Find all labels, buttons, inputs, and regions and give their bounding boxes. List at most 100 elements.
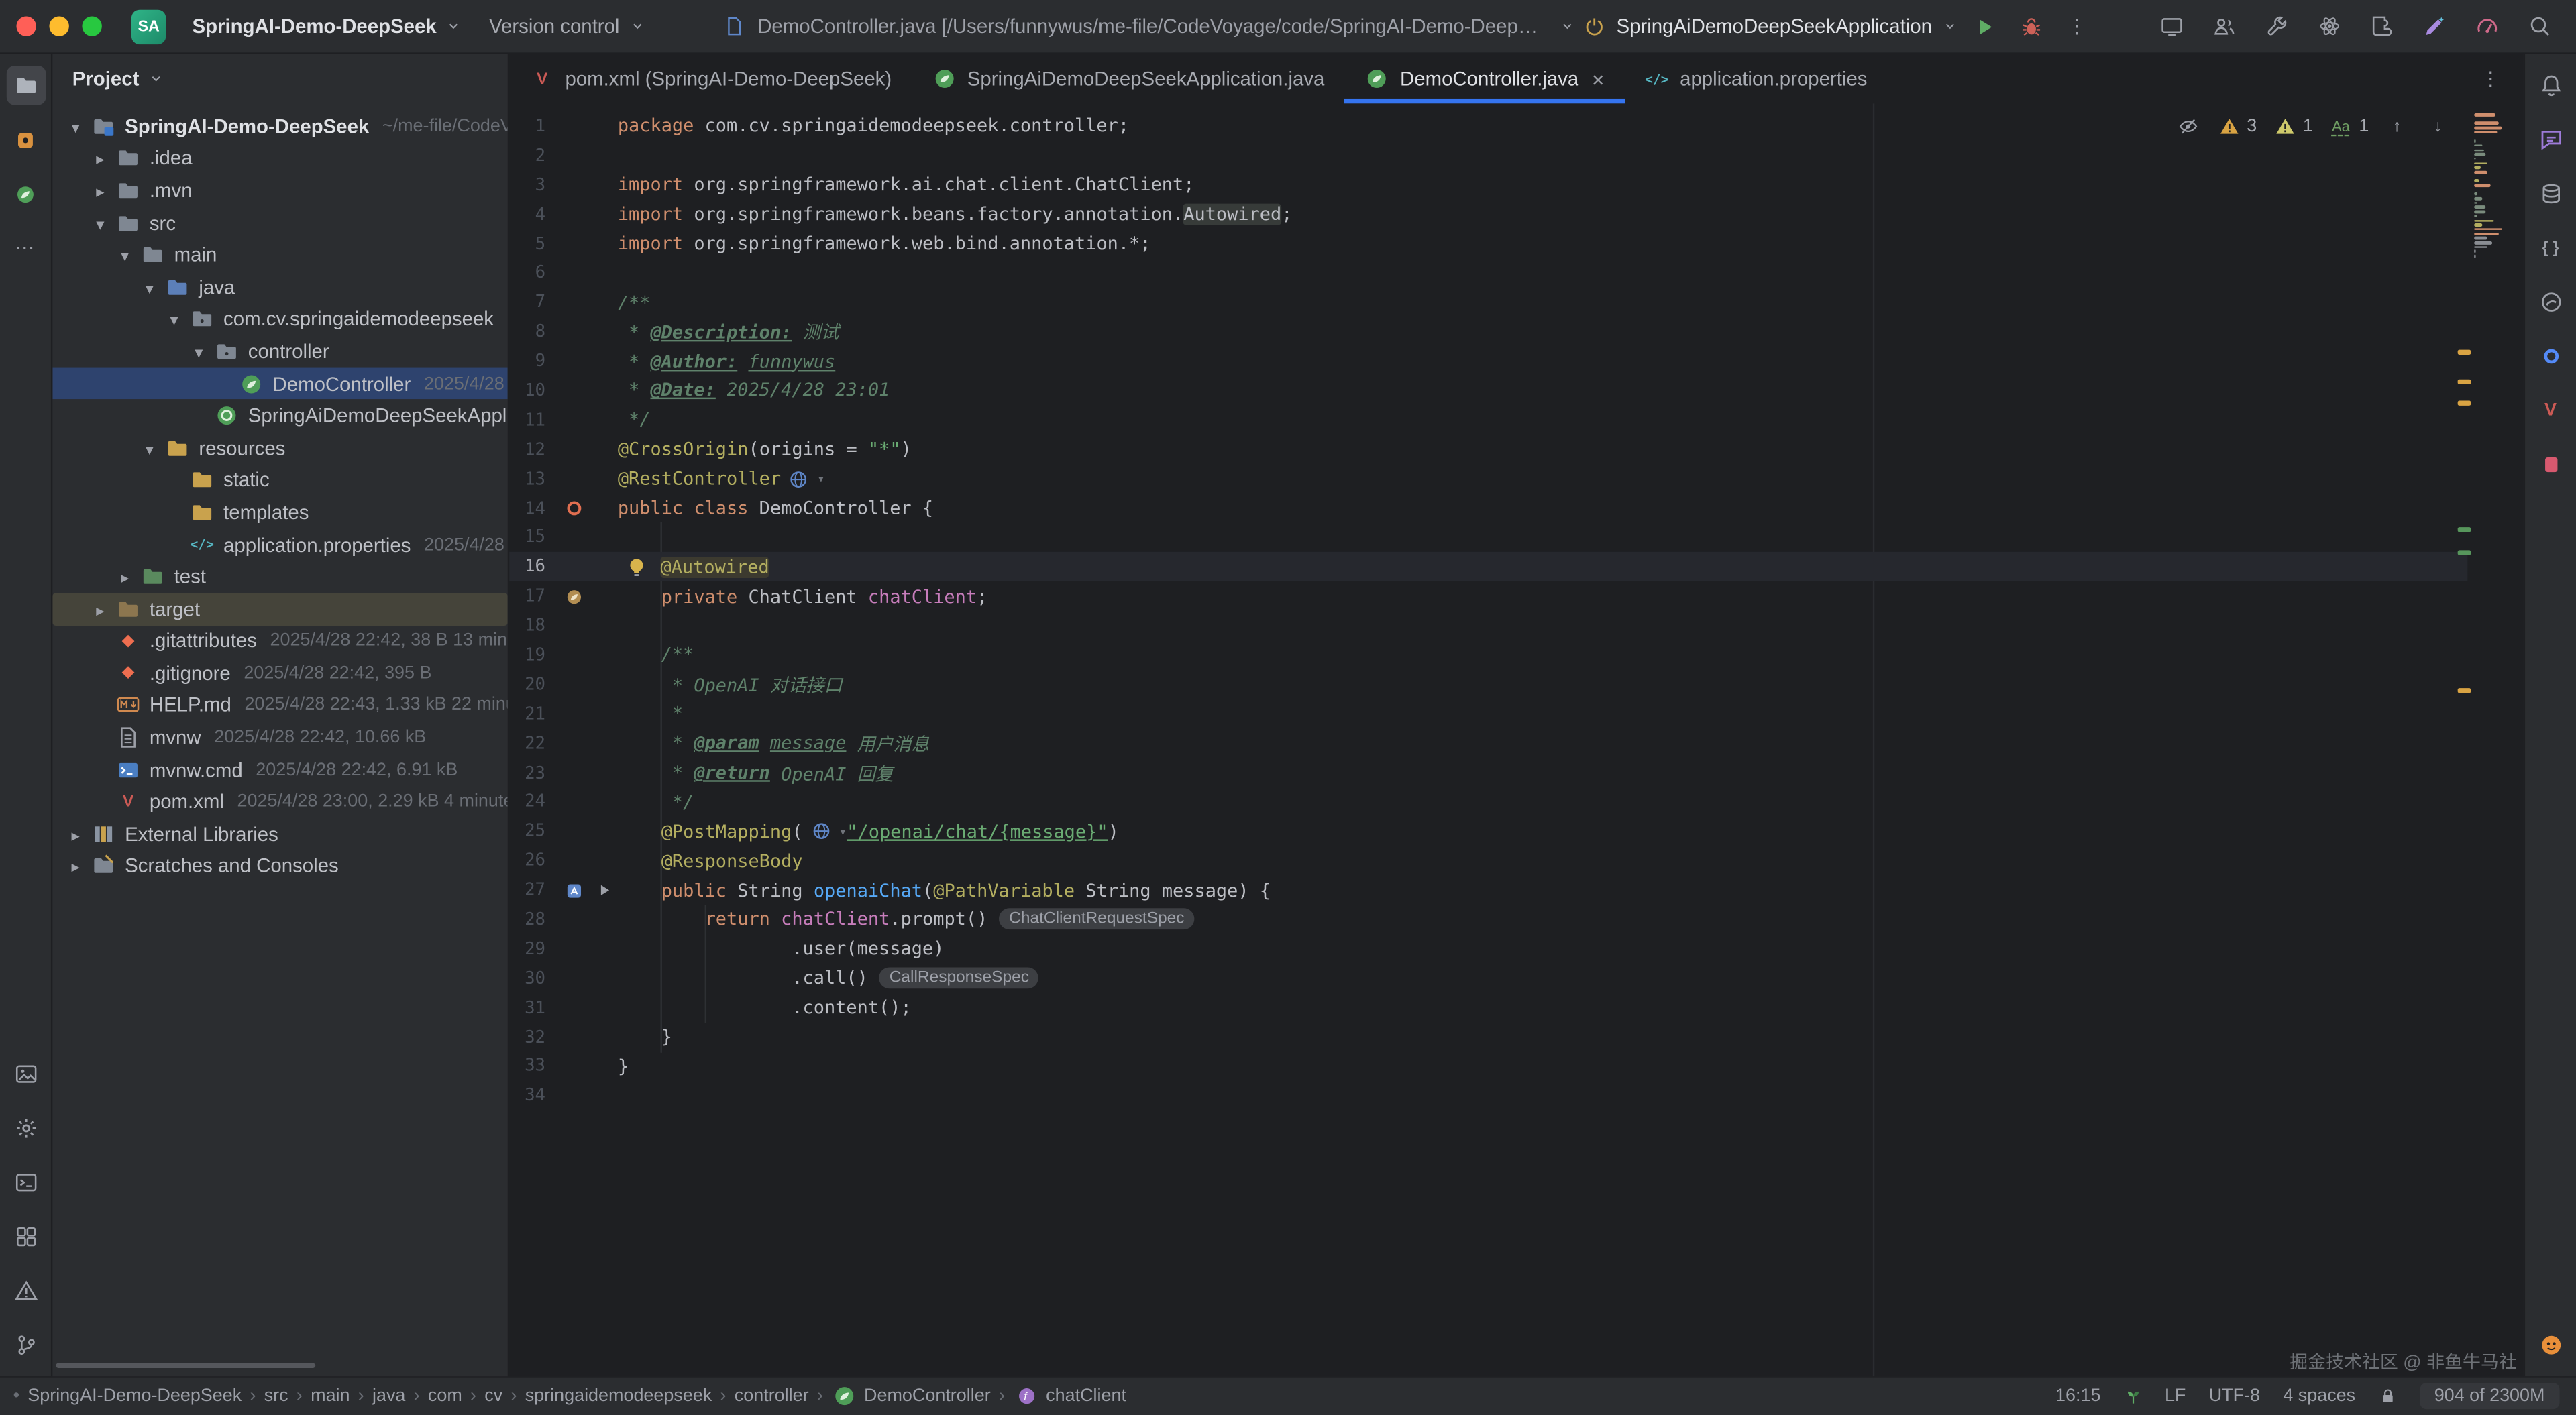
bell-button[interactable] bbox=[2531, 66, 2571, 105]
code-line-20[interactable]: 20 * OpenAI 对话接口 bbox=[509, 670, 2467, 699]
stripe-mark[interactable] bbox=[2458, 550, 2471, 554]
stripe-mark[interactable] bbox=[2458, 527, 2471, 531]
line-number[interactable]: 23 bbox=[509, 763, 545, 783]
chevron-down-icon[interactable]: ▾ bbox=[87, 211, 113, 234]
tree-item-src[interactable]: ▾src bbox=[52, 207, 507, 239]
chevron-right-icon[interactable]: ▸ bbox=[112, 565, 138, 588]
inspection-arrow-up[interactable]: ↑ bbox=[2383, 113, 2410, 139]
tree-item-springaidemodeepseekapplication[interactable]: SpringAiDemoDeepSeekApplication bbox=[52, 400, 507, 432]
line-number[interactable]: 3 bbox=[509, 175, 545, 194]
tree-item-resources[interactable]: ▾resources bbox=[52, 432, 507, 464]
line-number[interactable]: 11 bbox=[509, 410, 545, 430]
inspection-typo[interactable]: Aa1 bbox=[2328, 113, 2369, 139]
run-button[interactable] bbox=[1965, 7, 2004, 46]
maven-tool-button[interactable]: V bbox=[2531, 391, 2571, 431]
line-number[interactable]: 26 bbox=[509, 851, 545, 870]
breadcrumb-democontroller[interactable]: DemoController bbox=[831, 1383, 991, 1409]
chevron-down-icon[interactable]: ▾ bbox=[136, 437, 162, 459]
inspection-eye-off[interactable] bbox=[2175, 113, 2201, 139]
run-gutter-icon[interactable] bbox=[592, 877, 618, 903]
ai-chat-button[interactable] bbox=[2531, 120, 2571, 160]
code-line-26[interactable]: 26 @ResponseBody bbox=[509, 846, 2467, 876]
braces-button[interactable]: { } bbox=[2531, 228, 2571, 268]
breadcrumb-chatclient[interactable]: fchatClient bbox=[1013, 1383, 1126, 1409]
line-number[interactable]: 28 bbox=[509, 910, 545, 929]
code-line-10[interactable]: 10 * @Date: 2025/4/28 23:01 bbox=[509, 376, 2467, 406]
line-number[interactable]: 9 bbox=[509, 351, 545, 371]
breadcrumb-controller[interactable]: controller bbox=[735, 1386, 809, 1406]
tab-pom-xml-springai-demo-deepseek-[interactable]: Vpom.xml (SpringAI-Demo-DeepSeek) bbox=[509, 54, 911, 103]
code-line-29[interactable]: 29 .user(message) bbox=[509, 934, 2467, 964]
breadcrumb-com[interactable]: com bbox=[428, 1386, 462, 1406]
bulb-icon[interactable] bbox=[623, 554, 649, 580]
line-number[interactable]: 16 bbox=[509, 557, 545, 577]
tree-item-help-md[interactable]: HELP.md2025/4/28 22:43, 1.33 kB 22 minut… bbox=[52, 689, 507, 722]
bean-tan-icon[interactable] bbox=[560, 583, 586, 610]
chevron-right-icon[interactable]: ▸ bbox=[62, 855, 89, 878]
code-line-30[interactable]: 30 .call()CallResponseSpec bbox=[509, 964, 2467, 993]
readonly-toggle[interactable] bbox=[2378, 1387, 2396, 1405]
minimize-window-button[interactable] bbox=[49, 16, 68, 36]
code-line-3[interactable]: 3import org.springframework.ai.chat.clie… bbox=[509, 170, 2467, 200]
code-line-19[interactable]: 19 /** bbox=[509, 640, 2467, 670]
chevron-down-icon[interactable]: ▾ bbox=[136, 276, 162, 298]
code-line-34[interactable]: 34 bbox=[509, 1081, 2467, 1111]
file-path-menu[interactable]: DemoController.java [/Users/funnywus/me-… bbox=[721, 13, 1575, 40]
line-number[interactable]: 31 bbox=[509, 998, 545, 1017]
line-number[interactable]: 20 bbox=[509, 675, 545, 694]
stripe-mark[interactable] bbox=[2458, 380, 2471, 384]
line-number[interactable]: 13 bbox=[509, 469, 545, 488]
inspection-warn-yellow[interactable]: 1 bbox=[2271, 113, 2313, 139]
code-line-25[interactable]: 25 @PostMapping(▾"/openai/chat/{message}… bbox=[509, 817, 2467, 846]
tree-item-com-cv-springaidemodeepseek[interactable]: ▾com.cv.springaidemodeepseek bbox=[52, 303, 507, 335]
code-line-21[interactable]: 21 * bbox=[509, 699, 2467, 729]
inspection-arrow-down[interactable]: ↓ bbox=[2425, 113, 2451, 139]
code-line-1[interactable]: 1package com.cv.springaidemodeepseek.con… bbox=[509, 112, 2467, 142]
memory-indicator[interactable]: 904 of 2300M bbox=[2420, 1383, 2560, 1409]
code-editor[interactable]: 1package com.cv.springaidemodeepseek.con… bbox=[509, 103, 2523, 1375]
line-number[interactable]: 14 bbox=[509, 498, 545, 518]
profiler-button[interactable] bbox=[2467, 7, 2507, 46]
tree-item--idea[interactable]: ▸.idea bbox=[52, 142, 507, 174]
line-number[interactable]: 25 bbox=[509, 822, 545, 841]
more-button[interactable]: ⋯ bbox=[6, 228, 46, 268]
line-number[interactable]: 18 bbox=[509, 616, 545, 636]
line-number[interactable]: 1 bbox=[509, 117, 545, 136]
line-number[interactable]: 17 bbox=[509, 587, 545, 606]
line-number[interactable]: 29 bbox=[509, 940, 545, 959]
code-line-17[interactable]: 17 private ChatClient chatClient; bbox=[509, 582, 2467, 612]
inlay-hint[interactable]: ChatClientRequestSpec bbox=[999, 909, 1194, 930]
tree-item-main[interactable]: ▾main bbox=[52, 239, 507, 271]
line-number[interactable]: 22 bbox=[509, 734, 545, 753]
zoom-window-button[interactable] bbox=[82, 16, 101, 36]
close-icon[interactable]: × bbox=[1592, 66, 1605, 91]
breadcrumb-springai-demo-deepseek[interactable]: SpringAI-Demo-DeepSeek bbox=[28, 1386, 241, 1406]
inlay-hint[interactable]: CallResponseSpec bbox=[879, 968, 1039, 989]
bean-red-icon[interactable] bbox=[560, 495, 586, 521]
tab-options-button[interactable]: ⋮ bbox=[2471, 59, 2510, 99]
code-line-11[interactable]: 11 */ bbox=[509, 406, 2467, 435]
debug-button[interactable] bbox=[2011, 7, 2051, 46]
code-line-31[interactable]: 31 .content(); bbox=[509, 993, 2467, 1023]
tree-item-springai-demo-deepseek[interactable]: ▾SpringAI-Demo-DeepSeek~/me-file/CodeVoy… bbox=[52, 110, 507, 142]
tree-item-application-properties[interactable]: </>application.properties2025/4/28 23:00 bbox=[52, 528, 507, 561]
line-number[interactable]: 34 bbox=[509, 1086, 545, 1106]
chevron-down-icon[interactable]: ▾ bbox=[186, 340, 212, 363]
ai-edit-button[interactable] bbox=[2415, 7, 2455, 46]
code-line-33[interactable]: 33} bbox=[509, 1052, 2467, 1082]
tab-application-properties[interactable]: </>application.properties bbox=[1624, 54, 1887, 103]
line-number[interactable]: 30 bbox=[509, 968, 545, 988]
line-number[interactable]: 12 bbox=[509, 440, 545, 459]
tree-item-controller[interactable]: ▾controller bbox=[52, 335, 507, 367]
project-tool-button[interactable] bbox=[6, 66, 46, 105]
code-line-2[interactable]: 2 bbox=[509, 141, 2467, 170]
cursor-position[interactable]: 16:15 bbox=[2055, 1386, 2100, 1406]
breadcrumb-src[interactable]: src bbox=[264, 1386, 288, 1406]
settings-button[interactable] bbox=[6, 1108, 46, 1147]
line-number[interactable]: 8 bbox=[509, 322, 545, 341]
chevron-right-icon[interactable]: ▸ bbox=[87, 179, 113, 202]
code-line-13[interactable]: 13@RestController▾ bbox=[509, 464, 2467, 494]
tree-item-pom-xml[interactable]: Vpom.xml2025/4/28 23:00, 2.29 kB 4 minut… bbox=[52, 786, 507, 818]
terminal-button[interactable] bbox=[6, 1162, 46, 1202]
api-icon[interactable] bbox=[560, 877, 586, 903]
